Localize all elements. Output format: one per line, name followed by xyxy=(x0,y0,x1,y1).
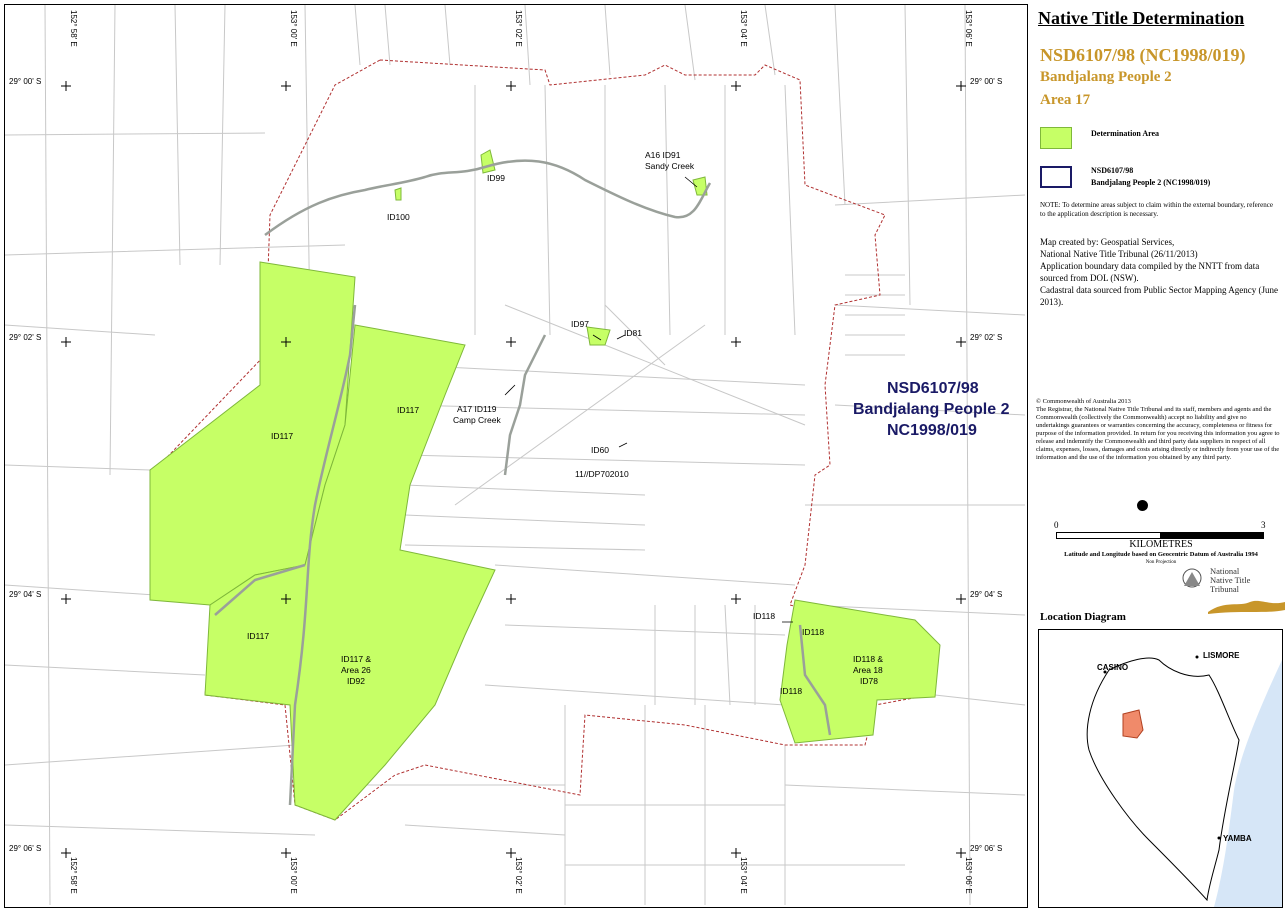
area-id100[interactable] xyxy=(394,187,402,201)
label-id118-b: ID118 xyxy=(802,627,824,637)
north-point-icon xyxy=(1137,500,1148,511)
cadastral-lines xyxy=(5,5,1026,906)
lat-label-2-right: 29° 02' S xyxy=(970,333,1002,342)
label-id118-a: ID118 xyxy=(753,611,775,621)
label-id117-southwest: ID117 xyxy=(247,631,269,641)
label-a17-line2: Camp Creek xyxy=(453,415,501,425)
lat-label-4: 29° 06' S xyxy=(9,844,41,853)
note-text: NOTE: To determine areas subject to clai… xyxy=(1040,201,1273,218)
lon-label-3-bottom: 153° 02' E xyxy=(514,857,523,894)
application-number: NSD6107/98 (NC1998/019) xyxy=(1040,45,1246,65)
copyright-title: © Commonwealth of Australia 2013 xyxy=(1036,398,1131,405)
label-a16-line1: A16 ID91 xyxy=(645,150,681,160)
claim-location xyxy=(1122,709,1144,739)
lat-label-4-right: 29° 06' S xyxy=(970,844,1002,853)
lat-label-1-right: 29° 00' S xyxy=(970,77,1002,86)
legend-claim-label-line2: Bandjalang People 2 (NC1998/019) xyxy=(1091,178,1211,187)
datum-note: Latitude and Longitude based on Geocentr… xyxy=(1064,551,1258,558)
logo-line: Tribunal xyxy=(1210,584,1239,594)
legend-claim-label-line1: NSD6107/98 xyxy=(1091,166,1134,175)
area-name: Area 17 xyxy=(1040,92,1091,108)
label-id99: ID99 xyxy=(487,173,505,183)
lon-label-1: 152° 58' E xyxy=(69,10,78,47)
lat-label-3: 29° 04' S xyxy=(9,590,41,599)
claim-label-line2: Bandjalang People 2 xyxy=(853,401,1010,418)
legend-determination-swatch xyxy=(1040,127,1072,149)
credit-line: National Native Title Tribunal (26/11/20… xyxy=(1040,249,1198,259)
location-label-casino: CASINO xyxy=(1097,663,1128,672)
label-a17-line1: A17 ID119 xyxy=(457,404,497,414)
lon-label-2-bottom: 153° 00' E xyxy=(289,857,298,894)
scale-bar-graphic xyxy=(1056,532,1264,539)
label-id118-area18-line1: ID118 & xyxy=(853,654,883,664)
nntt-logo: National Native Title Tribunal xyxy=(1170,562,1285,617)
lon-label-3: 153° 02' E xyxy=(514,10,523,47)
label-id100: ID100 xyxy=(387,212,410,222)
label-id117-area26-line3: ID92 xyxy=(347,676,365,686)
claim-label-line3: NC1998/019 xyxy=(887,422,977,439)
label-id118-area18-line2: Area 18 xyxy=(853,665,883,675)
label-lot: 11//DP702010 xyxy=(575,469,629,479)
legend-determination-label: Determination Area xyxy=(1091,129,1160,138)
area-id97[interactable] xyxy=(586,326,611,346)
scale-unit: KILOMETRES xyxy=(1129,539,1193,550)
legend-claim-swatch xyxy=(1040,166,1072,188)
copyright-block: © Commonwealth of Australia 2013 The Reg… xyxy=(1036,398,1281,462)
credit-line: Application boundary data compiled by th… xyxy=(1040,261,1260,283)
lat-label-3-right: 29° 04' S xyxy=(970,590,1002,599)
credit-line: Cadastral data sourced from Public Secto… xyxy=(1040,285,1278,307)
location-label-lismore: LISMORE xyxy=(1203,651,1240,660)
label-id60: ID60 xyxy=(591,445,609,455)
location-diagram-title: Location Diagram xyxy=(1040,611,1126,623)
region-outline xyxy=(1086,657,1240,902)
logo-text: National Native Title Tribunal xyxy=(1210,567,1250,594)
location-map: CASINO LISMORE YAMBA xyxy=(1086,651,1282,907)
lon-label-4-bottom: 153° 04' E xyxy=(739,857,748,894)
lat-label-1: 29° 00' S xyxy=(9,77,41,86)
label-id117-north: ID117 xyxy=(397,405,419,415)
scale-max: 3 xyxy=(1261,520,1266,530)
claim-label-line1: NSD6107/98 xyxy=(887,380,979,397)
lon-label-4: 153° 04' E xyxy=(739,10,748,47)
map-frame[interactable]: 29° 00' S 29° 00' S 29° 02' S 29° 02' S … xyxy=(4,4,1028,908)
lon-label-5-bottom: 153° 06' E xyxy=(964,857,973,894)
credits: Map created by: Geospatial Services, Nat… xyxy=(1040,236,1280,308)
scale-min: 0 xyxy=(1054,520,1059,530)
label-id117-area26-line2: Area 26 xyxy=(341,665,371,675)
label-id118-c: ID118 xyxy=(780,686,802,696)
panel-title: Native Title Determination xyxy=(1038,8,1245,28)
lon-label-5: 153° 06' E xyxy=(964,10,973,47)
area-id99[interactable] xyxy=(480,149,496,174)
label-id118-area18-line3: ID78 xyxy=(860,676,878,686)
claim-name: Bandjalang People 2 xyxy=(1040,69,1172,85)
location-diagram: CASINO LISMORE YAMBA xyxy=(1038,629,1283,908)
map-canvas[interactable]: 29° 00' S 29° 00' S 29° 02' S 29° 02' S … xyxy=(5,5,1027,907)
lat-label-2: 29° 02' S xyxy=(9,333,41,342)
label-id81: ID81 xyxy=(624,328,642,338)
copyright-text: The Registrar, the National Native Title… xyxy=(1036,406,1280,461)
location-label-yamba: YAMBA xyxy=(1223,834,1252,843)
lon-label-2: 153° 00' E xyxy=(289,10,298,47)
label-a16-line2: Sandy Creek xyxy=(645,161,695,171)
credit-line: Map created by: Geospatial Services, xyxy=(1040,237,1175,247)
label-id97: ID97 xyxy=(571,319,589,329)
label-id117-area26-line1: ID117 & xyxy=(341,654,371,664)
label-id117-west: ID117 xyxy=(271,431,293,441)
lon-label-1-bottom: 152° 58' E xyxy=(69,857,78,894)
